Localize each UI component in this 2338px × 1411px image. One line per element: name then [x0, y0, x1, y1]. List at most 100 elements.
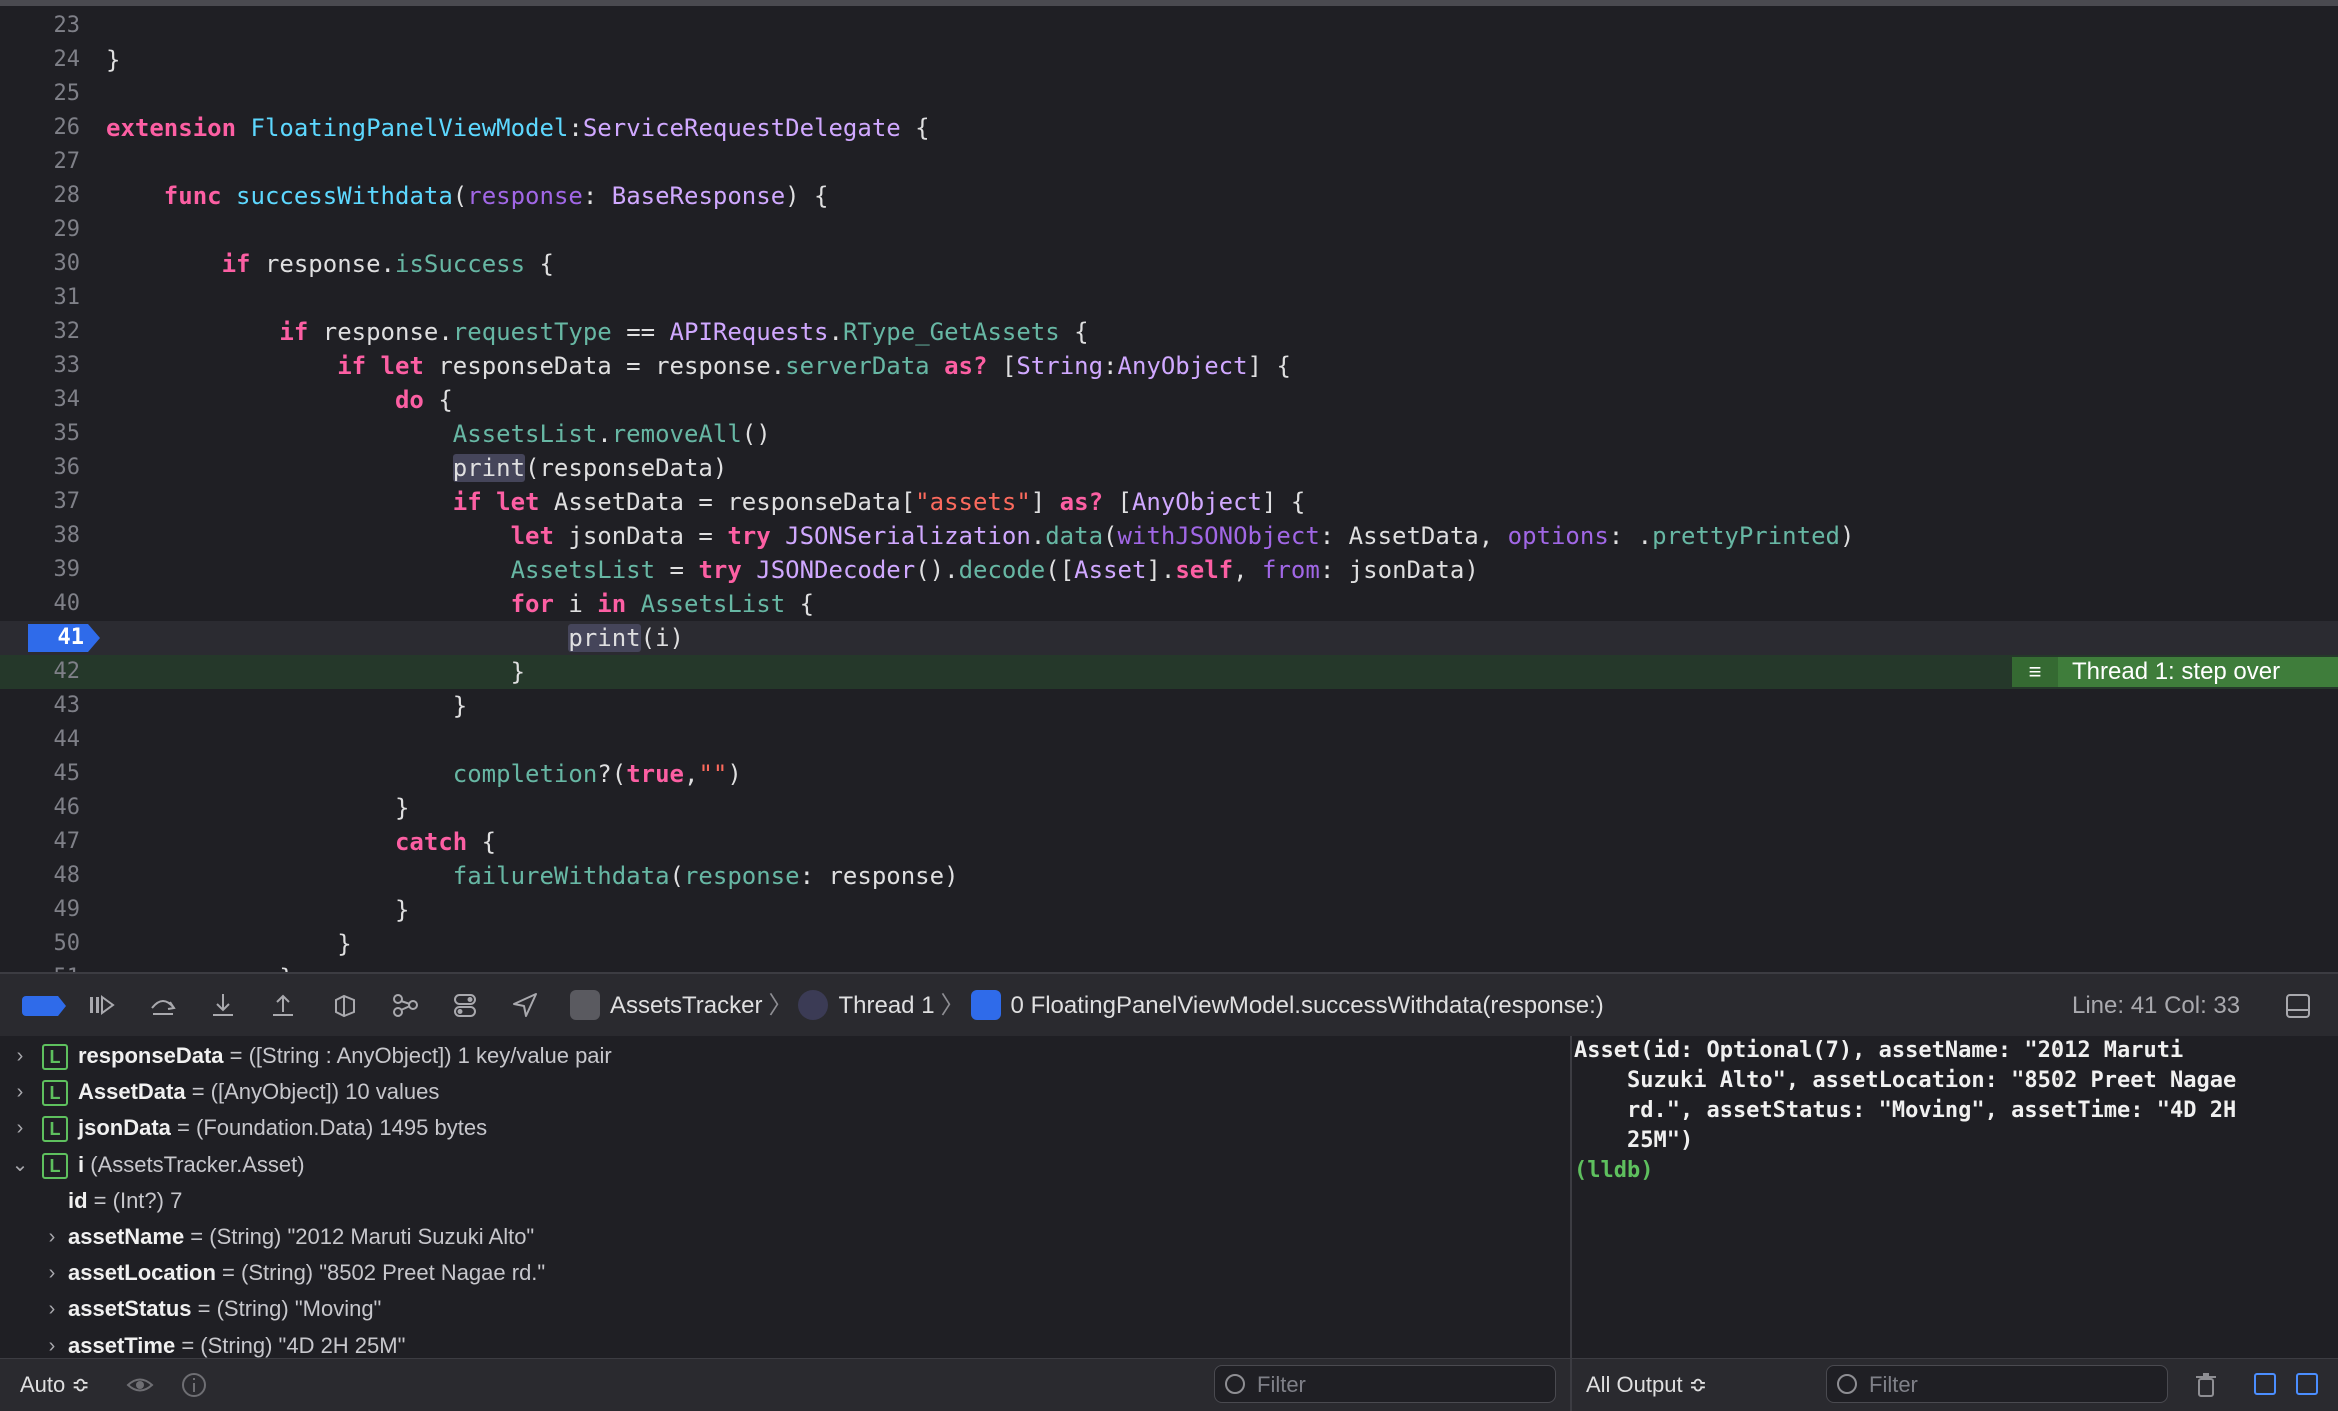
- code-text[interactable]: if let AssetData = responseData["assets"…: [106, 485, 1306, 519]
- code-line[interactable]: 31: [0, 281, 2338, 315]
- code-line[interactable]: 30 if response.isSuccess {: [0, 247, 2338, 281]
- variable-row[interactable]: ⌄ Li (AssetsTracker.Asset): [0, 1147, 1570, 1183]
- code-line[interactable]: 36 print(responseData): [0, 451, 2338, 485]
- variable-row[interactable]: › L AssetData = ([AnyObject]) 10 values: [0, 1074, 1570, 1110]
- memory-graph-icon[interactable]: [388, 988, 422, 1022]
- crumb-thread[interactable]: Thread 1: [838, 992, 934, 1019]
- info-icon[interactable]: [180, 1371, 208, 1399]
- code-text[interactable]: if response.isSuccess {: [106, 247, 554, 281]
- line-number[interactable]: 28: [0, 179, 81, 213]
- continue-icon[interactable]: [84, 988, 118, 1022]
- code-text[interactable]: for i in AssetsList {: [106, 587, 814, 621]
- code-line[interactable]: 23: [0, 9, 2338, 43]
- variable-row[interactable]: › LresponseData = ([String : AnyObject]) …: [0, 1038, 1570, 1074]
- code-text[interactable]: func successWithdata(response: BaseRespo…: [106, 179, 829, 213]
- code-line[interactable]: 33 if let responseData = response.server…: [0, 349, 2338, 383]
- console-output[interactable]: Asset(id: Optional(7), assetName: "2012 …: [1572, 1036, 2338, 1358]
- line-number[interactable]: 39: [0, 553, 81, 587]
- line-number[interactable]: 46: [0, 791, 81, 825]
- variables-scope-popup[interactable]: Auto ≎: [20, 1359, 90, 1411]
- chevron-down-icon[interactable]: ⌄: [10, 1147, 30, 1183]
- line-number[interactable]: 48: [0, 859, 81, 893]
- line-number[interactable]: 34: [0, 383, 81, 417]
- debug-breadcrumb[interactable]: AssetsTracker 〉 Thread 1 〉 0 FloatingPanelVi…: [570, 974, 1604, 1038]
- code-text[interactable]: AssetsList = try JSONDecoder().decode([A…: [106, 553, 1479, 587]
- variable-row[interactable]: › assetName = (String) "2012 Maruti Suzuk…: [0, 1219, 1570, 1255]
- code-line[interactable]: 44: [0, 723, 2338, 757]
- line-number[interactable]: 37: [0, 485, 81, 519]
- line-number[interactable]: 32: [0, 315, 81, 349]
- chevron-right-icon[interactable]: ›: [42, 1219, 62, 1255]
- code-text[interactable]: print(i): [106, 621, 684, 655]
- breakpoint-marker[interactable]: 41: [28, 624, 100, 652]
- breakpoints-toggle-button[interactable]: [22, 996, 66, 1016]
- line-number[interactable]: 44: [0, 723, 81, 757]
- code-line[interactable]: 47 catch {: [0, 825, 2338, 859]
- chevron-right-icon[interactable]: ›: [42, 1328, 62, 1358]
- code-line[interactable]: 25: [0, 77, 2338, 111]
- eye-icon[interactable]: [126, 1371, 154, 1399]
- code-line[interactable]: 40 for i in AssetsList {: [0, 587, 2338, 621]
- code-line[interactable]: 49 }: [0, 893, 2338, 927]
- code-line[interactable]: 35 AssetsList.removeAll(): [0, 417, 2338, 451]
- line-number[interactable]: 24: [0, 43, 81, 77]
- chevron-right-icon[interactable]: ›: [10, 1074, 30, 1110]
- line-number[interactable]: 51: [0, 961, 81, 972]
- line-number[interactable]: 38: [0, 519, 81, 553]
- code-text[interactable]: failureWithdata(response: response): [106, 859, 959, 893]
- variable-row[interactable]: › LjsonData = (Foundation.Data) 1495 byte…: [0, 1110, 1570, 1146]
- line-number[interactable]: 29: [0, 213, 81, 247]
- code-line[interactable]: 28 func successWithdata(response: BaseRe…: [0, 179, 2338, 213]
- line-number[interactable]: 40: [0, 587, 81, 621]
- chevron-right-icon[interactable]: ›: [10, 1038, 30, 1074]
- code-line[interactable]: 45 completion?(true,""): [0, 757, 2338, 791]
- source-editor[interactable]: 23 24} 25 26 extension FloatingPanelViewMode…: [0, 6, 2338, 972]
- hide-debug-area-icon[interactable]: [2286, 994, 2310, 1018]
- code-line[interactable]: 26 extension FloatingPanelViewModel:Servi…: [0, 111, 2338, 145]
- chevron-right-icon[interactable]: ›: [10, 1110, 30, 1146]
- step-over-icon[interactable]: [146, 988, 180, 1022]
- code-line[interactable]: 29: [0, 213, 2338, 247]
- environment-overrides-icon[interactable]: [448, 988, 482, 1022]
- line-number[interactable]: 49: [0, 893, 81, 927]
- code-text[interactable]: let jsonData = try JSONSerialization.dat…: [106, 519, 1855, 553]
- view-hierarchy-icon[interactable]: [328, 988, 362, 1022]
- code-text[interactable]: do {: [106, 383, 453, 417]
- code-line[interactable]: 51 }: [0, 961, 2338, 972]
- variable-row[interactable]: id = (Int?) 7: [0, 1183, 1570, 1219]
- code-line[interactable]: 27: [0, 145, 2338, 179]
- code-line[interactable]: 24}: [0, 43, 2338, 77]
- chevron-right-icon[interactable]: ›: [42, 1291, 62, 1327]
- code-line[interactable]: 46 }: [0, 791, 2338, 825]
- menu-icon[interactable]: ≡: [2012, 657, 2058, 687]
- code-text[interactable]: if let responseData = response.serverDat…: [106, 349, 1291, 383]
- code-text[interactable]: }: [106, 655, 525, 689]
- code-line[interactable]: 48 failureWithdata(response: response): [0, 859, 2338, 893]
- line-number[interactable]: 47: [0, 825, 81, 859]
- thread-step-annotation[interactable]: ≡ Thread 1: step over: [2012, 657, 2338, 687]
- variable-row[interactable]: › assetStatus = (String) "Moving": [0, 1291, 1570, 1327]
- code-text[interactable]: }: [106, 961, 293, 972]
- code-line[interactable]: 37 if let AssetData = responseData["asse…: [0, 485, 2338, 519]
- code-line[interactable]: 43 }: [0, 689, 2338, 723]
- code-text[interactable]: }: [106, 791, 409, 825]
- variable-row[interactable]: › assetTime = (String) "4D 2H 25M": [0, 1328, 1570, 1358]
- line-number[interactable]: 50: [0, 927, 81, 961]
- show-variables-pane-icon[interactable]: [2254, 1373, 2276, 1395]
- line-number[interactable]: 36: [0, 451, 81, 485]
- code-text[interactable]: extension FloatingPanelViewModel:Service…: [106, 111, 930, 145]
- code-text[interactable]: AssetsList.removeAll(): [106, 417, 771, 451]
- line-number[interactable]: 42: [0, 655, 81, 689]
- line-number[interactable]: 35: [0, 417, 81, 451]
- code-line[interactable]: 34 do {: [0, 383, 2338, 417]
- simulate-location-icon[interactable]: [508, 988, 542, 1022]
- line-number[interactable]: 45: [0, 757, 81, 791]
- code-text[interactable]: }: [106, 927, 351, 961]
- code-line[interactable]: 32 if response.requestType == APIRequest…: [0, 315, 2338, 349]
- code-text[interactable]: if response.requestType == APIRequests.R…: [106, 315, 1088, 349]
- code-text[interactable]: catch {: [106, 825, 496, 859]
- trash-icon[interactable]: [2192, 1371, 2220, 1399]
- line-number[interactable]: 26: [0, 111, 81, 145]
- code-text[interactable]: }: [106, 43, 120, 77]
- line-number[interactable]: 27: [0, 145, 81, 179]
